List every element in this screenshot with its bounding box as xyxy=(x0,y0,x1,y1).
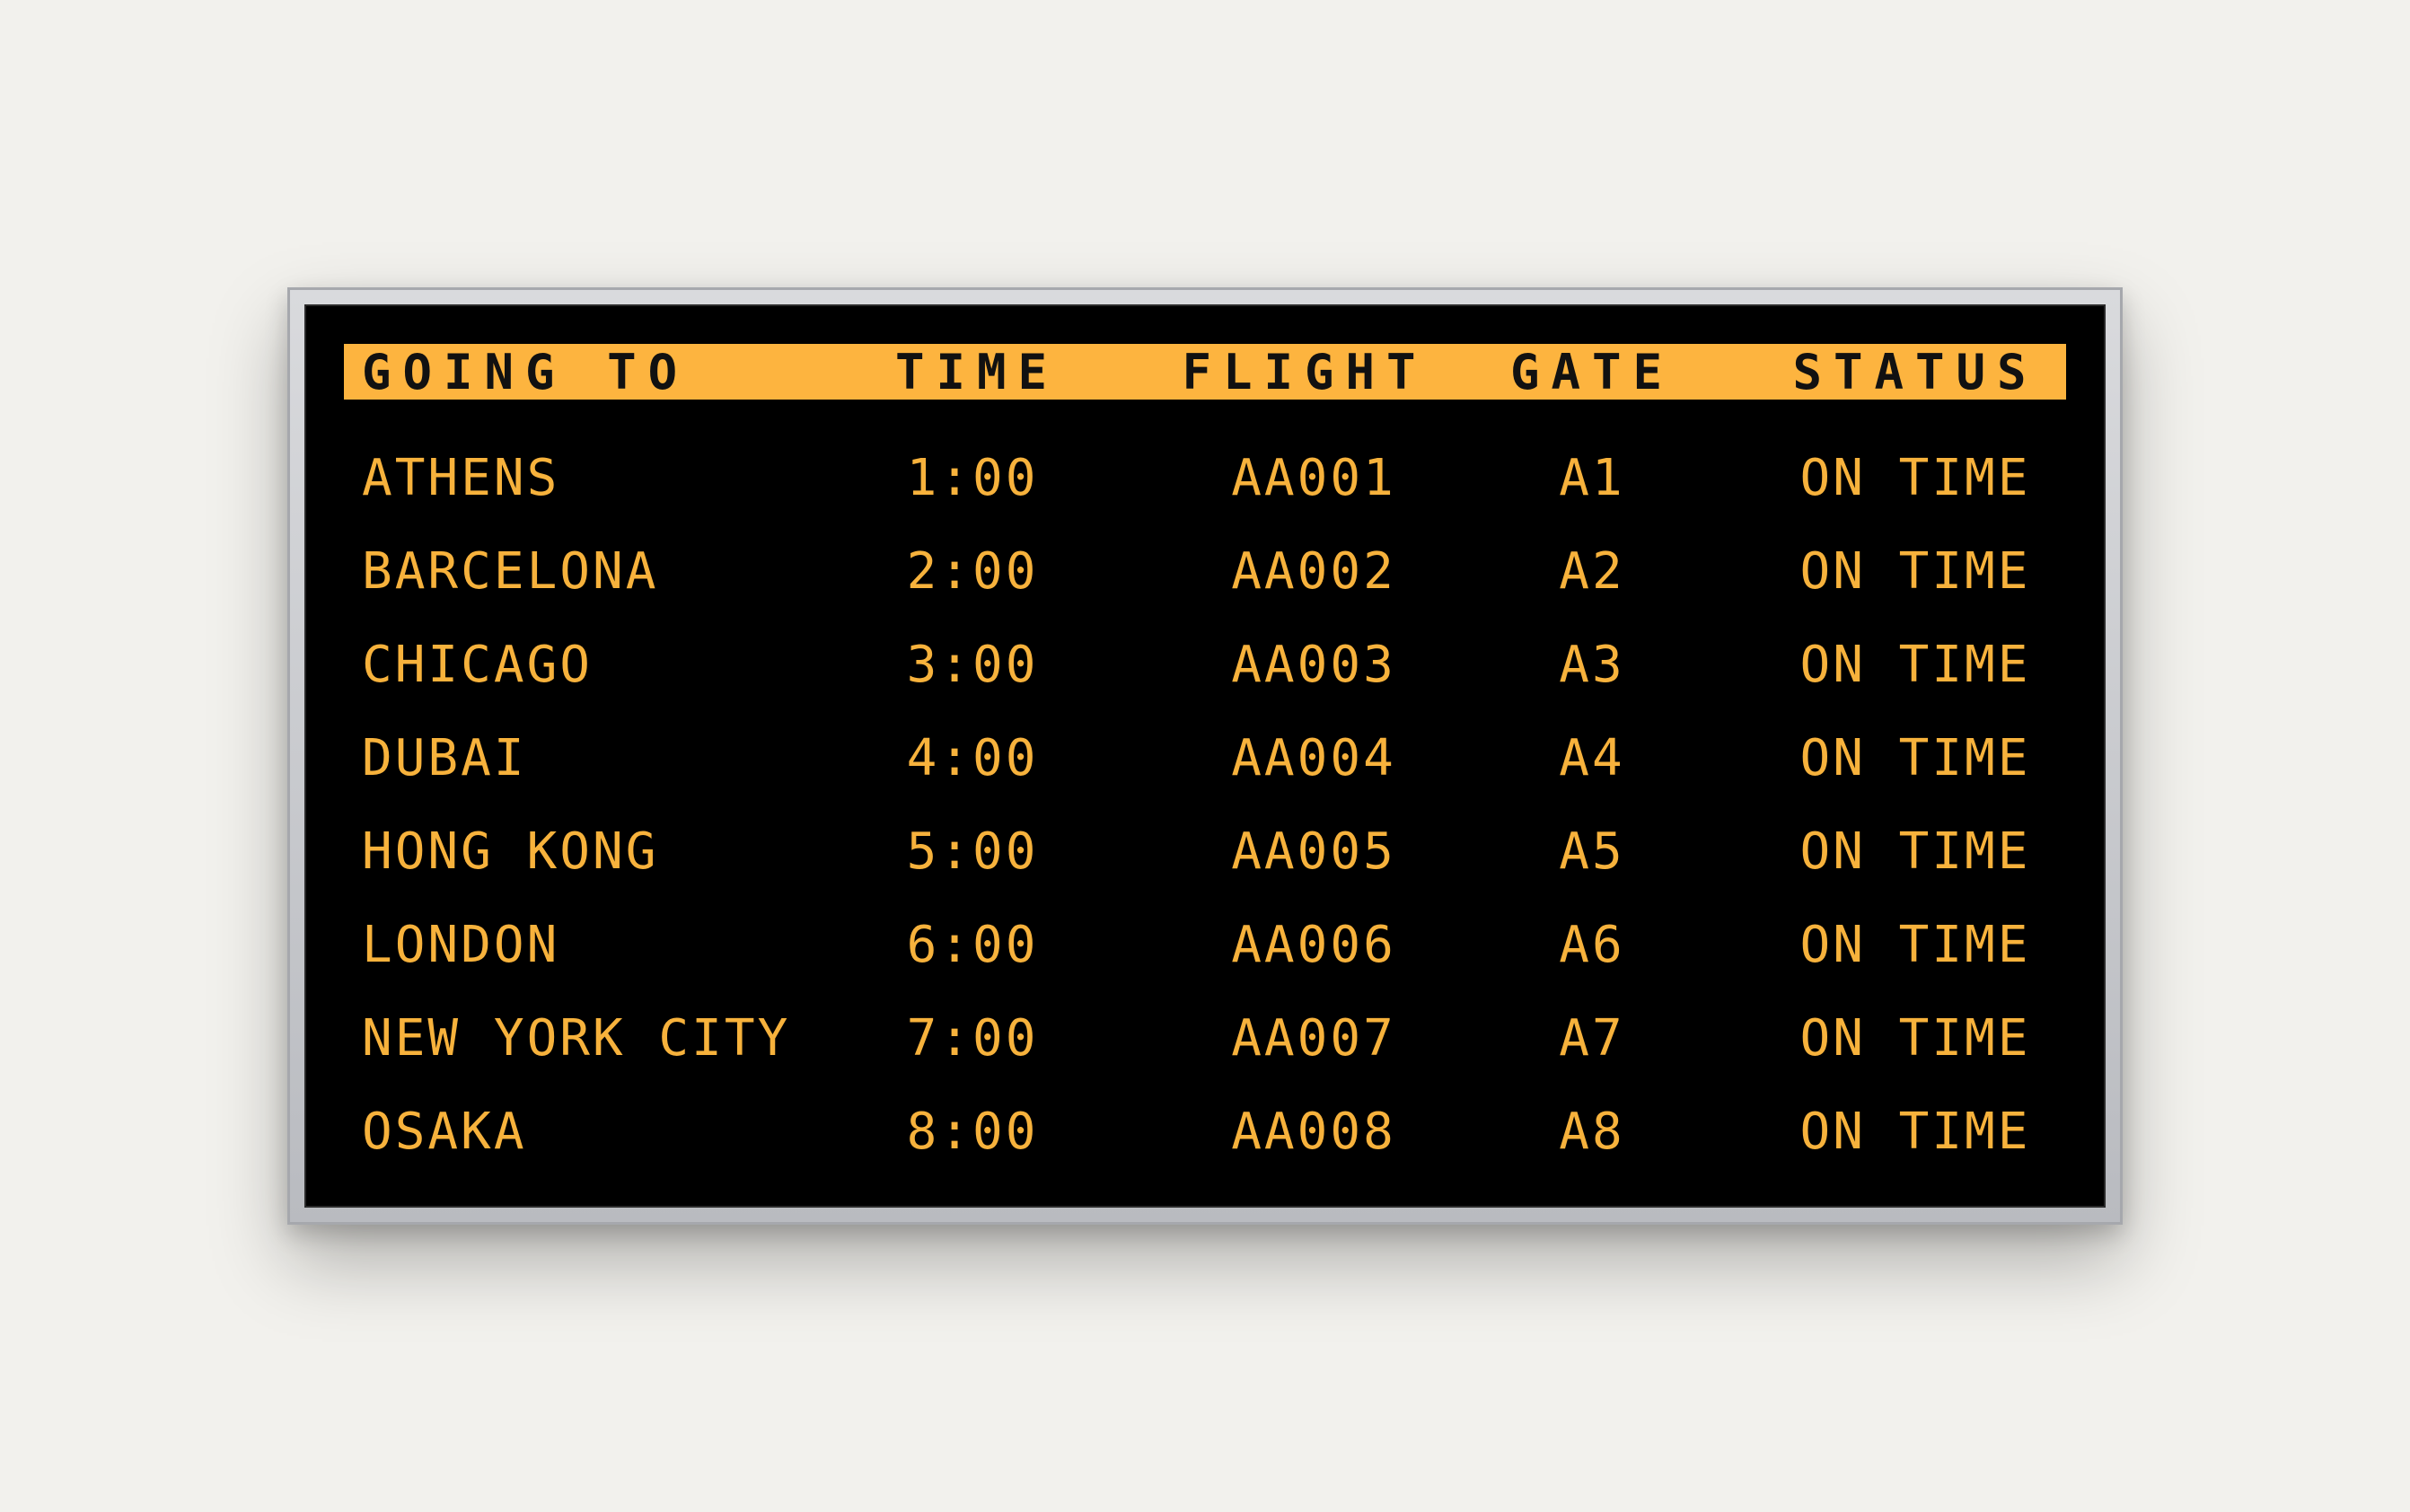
destination-cell: HONG KONG xyxy=(362,822,659,881)
time-cell: 8:00 xyxy=(906,1103,1039,1161)
header-flight: FLIGHT xyxy=(1182,344,1428,400)
gate-cell: A7 xyxy=(1559,1009,1625,1068)
destination-cell: CHICAGO xyxy=(362,636,594,694)
status-cell: ON TIME xyxy=(1799,729,2031,787)
status-cell: ON TIME xyxy=(1799,542,2031,601)
time-cell: 4:00 xyxy=(906,729,1039,787)
time-cell: 7:00 xyxy=(906,1009,1039,1068)
flight-number-cell: AA005 xyxy=(1231,822,1396,881)
flight-number-cell: AA004 xyxy=(1231,729,1396,787)
gate-cell: A5 xyxy=(1559,822,1625,881)
flight-row: ATHENS 1:00 AA001 A1 ON TIME xyxy=(344,432,2066,525)
gate-cell: A8 xyxy=(1559,1103,1625,1161)
destination-cell: NEW YORK CITY xyxy=(362,1009,791,1068)
flight-number-cell: AA002 xyxy=(1231,542,1396,601)
destination-cell: LONDON xyxy=(362,916,560,974)
time-cell: 6:00 xyxy=(906,916,1039,974)
departure-board: GOING TO TIME FLIGHT GATE STATUS ATHENS … xyxy=(304,304,2106,1208)
gate-cell: A1 xyxy=(1559,449,1625,507)
flight-number-cell: AA007 xyxy=(1231,1009,1396,1068)
flight-row: CHICAGO 3:00 AA003 A3 ON TIME xyxy=(344,619,2066,712)
header-time: TIME xyxy=(894,344,1060,400)
gate-cell: A4 xyxy=(1559,729,1625,787)
time-cell: 3:00 xyxy=(906,636,1039,694)
gate-cell: A6 xyxy=(1559,916,1625,974)
flight-row: LONDON 6:00 AA006 A6 ON TIME xyxy=(344,899,2066,992)
flight-row: BARCELONA 2:00 AA002 A2 ON TIME xyxy=(344,525,2066,619)
header-status: STATUS xyxy=(1792,344,2038,400)
destination-cell: BARCELONA xyxy=(362,542,659,601)
destination-cell: OSAKA xyxy=(362,1103,527,1161)
flight-number-cell: AA003 xyxy=(1231,636,1396,694)
gate-cell: A3 xyxy=(1559,636,1625,694)
destination-cell: ATHENS xyxy=(362,449,560,507)
status-cell: ON TIME xyxy=(1799,916,2031,974)
destination-cell: DUBAI xyxy=(362,729,527,787)
status-cell: ON TIME xyxy=(1799,636,2031,694)
flight-row: HONG KONG 5:00 AA005 A5 ON TIME xyxy=(344,805,2066,899)
header-going-to: GOING TO xyxy=(362,344,690,400)
header-gate: GATE xyxy=(1509,344,1675,400)
time-cell: 1:00 xyxy=(906,449,1039,507)
status-cell: ON TIME xyxy=(1799,1009,2031,1068)
flight-number-cell: AA008 xyxy=(1231,1103,1396,1161)
flight-row: OSAKA 8:00 AA008 A8 ON TIME xyxy=(344,1086,2066,1179)
flight-number-cell: AA006 xyxy=(1231,916,1396,974)
time-cell: 5:00 xyxy=(906,822,1039,881)
flight-row: DUBAI 4:00 AA004 A4 ON TIME xyxy=(344,712,2066,805)
board-header: GOING TO TIME FLIGHT GATE STATUS xyxy=(344,344,2066,400)
status-cell: ON TIME xyxy=(1799,822,2031,881)
gate-cell: A2 xyxy=(1559,542,1625,601)
departure-board-frame: GOING TO TIME FLIGHT GATE STATUS ATHENS … xyxy=(287,287,2123,1225)
flight-number-cell: AA001 xyxy=(1231,449,1396,507)
status-cell: ON TIME xyxy=(1799,449,2031,507)
flight-list: ATHENS 1:00 AA001 A1 ON TIME BARCELONA 2… xyxy=(344,432,2066,1179)
status-cell: ON TIME xyxy=(1799,1103,2031,1161)
time-cell: 2:00 xyxy=(906,542,1039,601)
flight-row: NEW YORK CITY 7:00 AA007 A7 ON TIME xyxy=(344,992,2066,1086)
